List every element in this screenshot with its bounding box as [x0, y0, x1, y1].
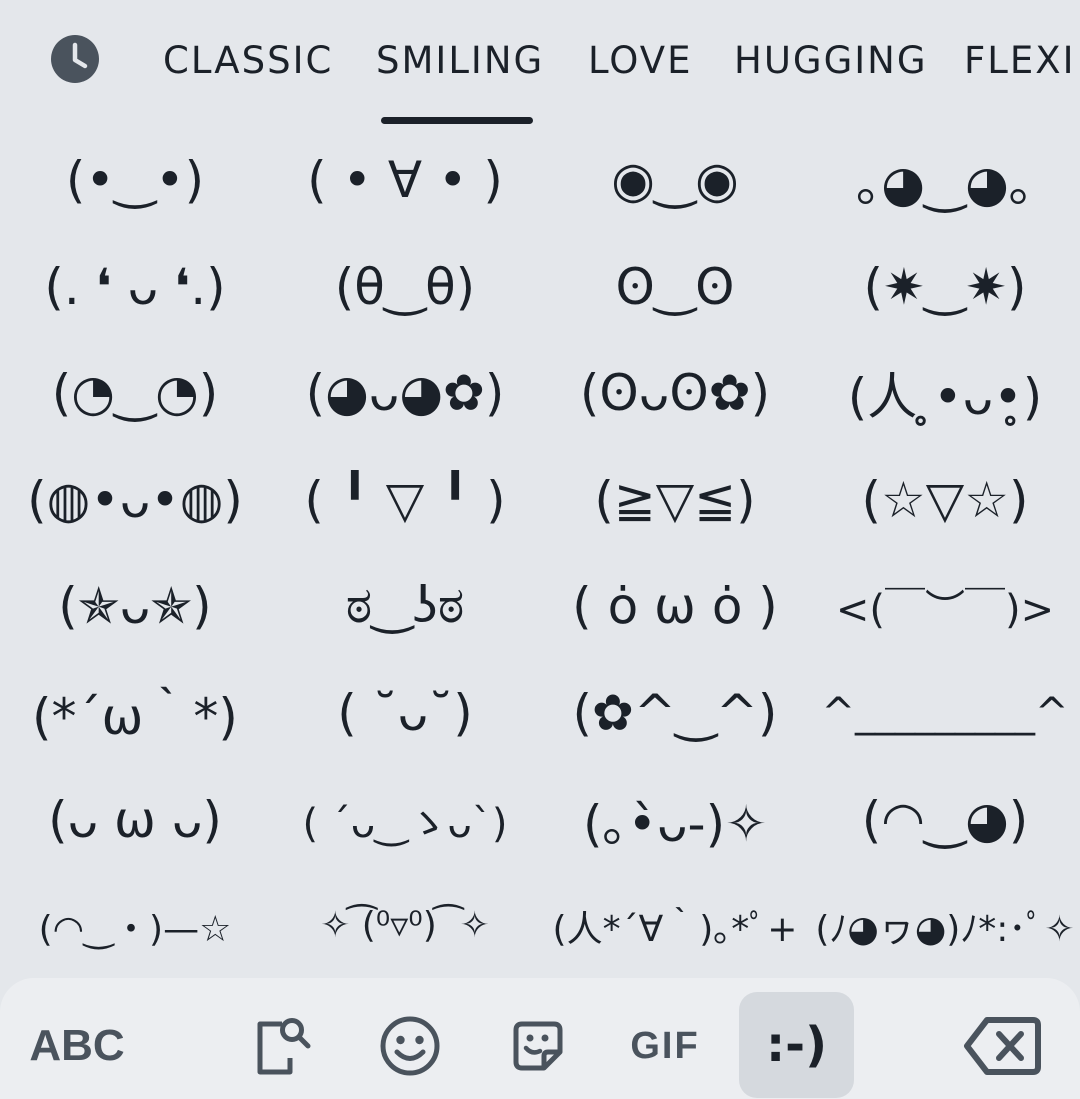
- emoticon[interactable]: ◉‿◉: [540, 126, 810, 233]
- backspace-icon: [964, 1017, 1041, 1075]
- keyboard-bottom-toolbar: ABC GIF:-): [0, 978, 1080, 1099]
- emoticon[interactable]: (◍•ᴗ•◍): [0, 446, 270, 553]
- emoticon[interactable]: (ﾉ◕ヮ◕)ﾉ*:･ﾟ✧: [810, 872, 1080, 979]
- emoticon[interactable]: ಠ‿ʖಠ: [270, 552, 540, 659]
- tab-classic[interactable]: CLASSIC: [163, 36, 333, 86]
- sticker-search-button[interactable]: [244, 1006, 320, 1086]
- tab-love[interactable]: LOVE: [588, 36, 692, 86]
- emoticon[interactable]: ( ´ᴗ‿ゝᴗ`): [270, 766, 540, 873]
- emoticon[interactable]: (◔‿◔): [0, 339, 270, 446]
- tab-flexing[interactable]: FLEXI: [964, 36, 1076, 86]
- emoticon[interactable]: (≧▽≦): [540, 446, 810, 553]
- emoticon[interactable]: ｡◕‿◕｡: [810, 126, 1080, 233]
- emoticon[interactable]: (*´ω｀*): [0, 659, 270, 766]
- emoticon[interactable]: (θ‿θ): [270, 233, 540, 340]
- sticker-button[interactable]: [500, 1006, 576, 1086]
- emoticon[interactable]: (人 ̥•ᴗ•̥): [810, 339, 1080, 446]
- emoticon[interactable]: <(￣︶￣)>: [810, 552, 1080, 659]
- sticker-search-icon: [257, 1018, 311, 1075]
- clock-icon: [51, 35, 99, 83]
- emoticon[interactable]: (◠‿◕): [810, 766, 1080, 873]
- smiley-icon: [380, 1016, 440, 1076]
- emoticon[interactable]: (✷‿✷): [810, 233, 1080, 340]
- emoticon[interactable]: ( ȯ ω ȯ ): [540, 552, 810, 659]
- emoticon[interactable]: (•‿•): [0, 126, 270, 233]
- emoticon-grid: (•‿•) ( • ∀ • ) ◉‿◉ ｡◕‿◕｡ (. ❛ ᴗ ❛.) (θ‿…: [0, 126, 1080, 976]
- sticker-icon: [513, 1021, 563, 1071]
- selected-tab-indicator: [381, 117, 533, 124]
- emoticon[interactable]: (✯ᴗ✯): [0, 552, 270, 659]
- emoticon[interactable]: ʘ‿ʘ: [540, 233, 810, 340]
- emoticon-button[interactable]: :-): [739, 992, 854, 1098]
- emoji-button[interactable]: [372, 1006, 448, 1086]
- emoticon[interactable]: (. ❛ ᴗ ❛.): [0, 233, 270, 340]
- emoticon[interactable]: (人*´∀｀)｡*ﾟ+: [540, 872, 810, 979]
- backspace-button[interactable]: [958, 1006, 1048, 1086]
- emoticon-keyboard: CLASSIC SMILING LOVE HUGGING FLEXI (•‿•)…: [0, 0, 1080, 1099]
- emoticon[interactable]: ✧ ͡(⁰▿⁰) ͡ ✧: [270, 872, 540, 979]
- category-tab-bar: CLASSIC SMILING LOVE HUGGING FLEXI: [0, 0, 1080, 126]
- tab-hugging[interactable]: HUGGING: [734, 36, 928, 86]
- emoticon[interactable]: ( ╹ ▽ ╹ ): [270, 446, 540, 553]
- emoticon[interactable]: (｡•̀ᴗ-)✧: [540, 766, 810, 873]
- emoticon[interactable]: ( ˘ᴗ˘): [270, 659, 540, 766]
- emoticon[interactable]: (☆▽☆): [810, 446, 1080, 553]
- emoticon[interactable]: (ʘᴗʘ✿): [540, 339, 810, 446]
- emoticon[interactable]: (◠‿・)—☆: [0, 872, 270, 979]
- gif-button[interactable]: GIF: [620, 1006, 710, 1086]
- emoticon[interactable]: ( • ∀ • ): [270, 126, 540, 233]
- emoticon[interactable]: (◕ᴗ◕✿): [270, 339, 540, 446]
- recent-tab[interactable]: [50, 34, 100, 84]
- abc-keyboard-button[interactable]: ABC: [22, 1006, 132, 1086]
- emoticon[interactable]: ^_________^: [810, 659, 1080, 766]
- emoticon[interactable]: (ᴗ ω ᴗ): [0, 766, 270, 873]
- tab-smiling[interactable]: SMILING: [376, 36, 544, 86]
- emoticon[interactable]: (✿^‿^): [540, 659, 810, 766]
